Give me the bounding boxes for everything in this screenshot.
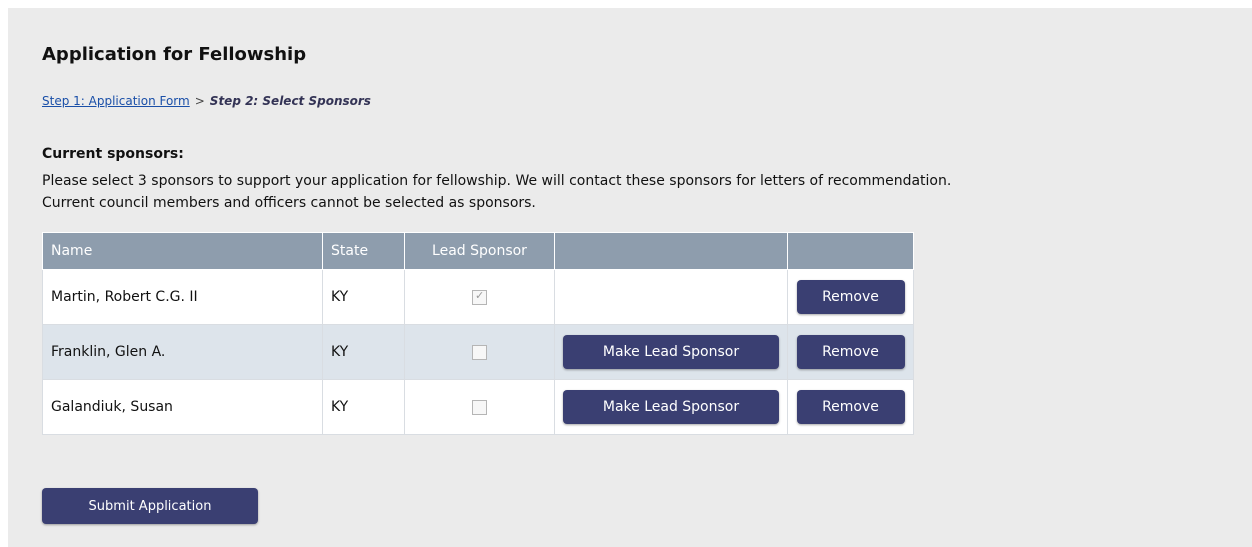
sponsors-table: Name State Lead Sponsor Martin, Robert C… [42, 232, 914, 435]
remove-cell: Remove [787, 269, 914, 325]
remove-cell: Remove [787, 379, 914, 435]
remove-sponsor-button[interactable]: Remove [796, 280, 905, 314]
instructions-line-1: Please select 3 sponsors to support your… [42, 173, 952, 189]
submit-application-button[interactable]: Submit Application [42, 488, 258, 524]
table-row: Franklin, Glen A. KY Make Lead Sponsor Remo… [42, 324, 914, 380]
sponsor-name: Martin, Robert C.G. II [42, 269, 323, 325]
lead-sponsor-cell [404, 379, 555, 435]
column-header-make-lead [554, 232, 788, 270]
column-header-remove [787, 232, 914, 270]
page-title: Application for Fellowship [42, 44, 307, 65]
lead-sponsor-cell [404, 269, 555, 325]
table-row: Galandiuk, Susan KY Make Lead Sponsor Remov… [42, 379, 914, 435]
sponsor-name: Galandiuk, Susan [42, 379, 323, 435]
remove-sponsor-button[interactable]: Remove [796, 335, 905, 369]
breadcrumb: Step 1: Application Form > Step 2: Select … [42, 94, 371, 108]
make-lead-sponsor-button[interactable]: Make Lead Sponsor [563, 335, 779, 369]
make-lead-cell: Make Lead Sponsor [554, 379, 788, 435]
lead-sponsor-checkbox[interactable] [472, 399, 487, 415]
column-header-name: Name [42, 232, 323, 270]
make-lead-sponsor-button[interactable]: Make Lead Sponsor [563, 390, 779, 424]
sponsor-state: KY [322, 324, 405, 380]
table-header-row: Name State Lead Sponsor [42, 232, 914, 270]
instructions-line-2: Current council members and officers can… [42, 195, 536, 211]
lead-sponsor-checkbox [472, 289, 487, 305]
table-row: Martin, Robert C.G. IIKY Remove [42, 269, 914, 325]
breadcrumb-separator: > [194, 94, 205, 108]
sponsor-state: KY [322, 379, 405, 435]
column-header-lead-sponsor: Lead Sponsor [404, 232, 555, 270]
make-lead-cell: Make Lead Sponsor [554, 324, 788, 380]
sponsor-state: KY [322, 269, 405, 325]
breadcrumb-current-step: Step 2: Select Sponsors [209, 94, 371, 108]
sponsor-name: Franklin, Glen A. [42, 324, 323, 380]
current-sponsors-heading: Current sponsors: [42, 146, 184, 162]
application-panel: Application for Fellowship Step 1: Appli… [8, 8, 1252, 547]
column-header-state: State [322, 232, 405, 270]
breadcrumb-step1-link[interactable]: Step 1: Application Form [42, 94, 190, 108]
make-lead-cell [554, 269, 788, 325]
lead-sponsor-cell [404, 324, 555, 380]
lead-sponsor-checkbox[interactable] [472, 344, 487, 360]
sponsor-instructions: Please select 3 sponsors to support your… [42, 170, 1252, 214]
remove-cell: Remove [787, 324, 914, 380]
remove-sponsor-button[interactable]: Remove [796, 390, 905, 424]
